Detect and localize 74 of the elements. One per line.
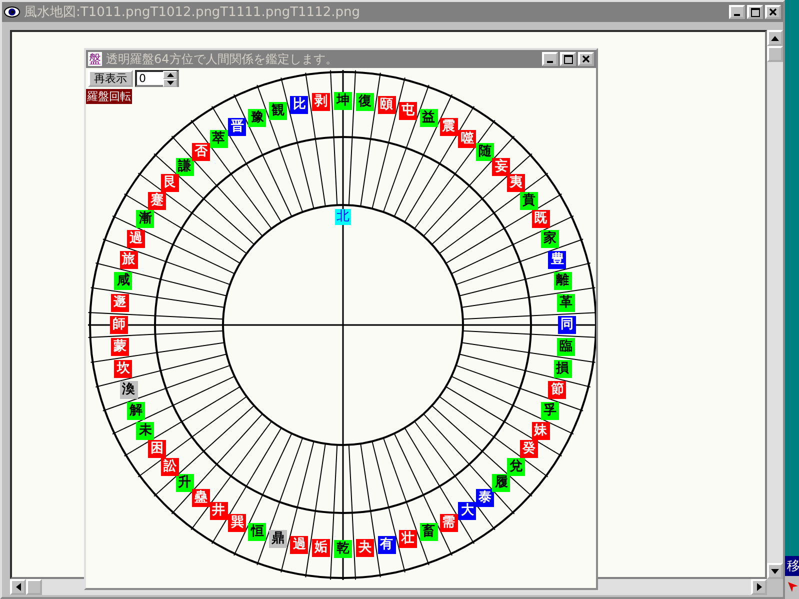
north-label: 北 <box>335 209 351 225</box>
hexagram-label: 賁 <box>520 192 538 210</box>
window-title: 透明羅盤64方位で人間関係を鑑定します。 <box>106 50 338 68</box>
hexagram-label: 剥 <box>312 93 330 112</box>
maximize-button[interactable] <box>747 5 763 19</box>
window-title: 風水地図:T1011.pngT1012.pngT1111.pngT1112.png <box>24 4 360 21</box>
rotation-spin-field[interactable]: 0 <box>135 70 179 87</box>
close-button[interactable] <box>578 52 594 66</box>
hexagram-label: 坤 <box>334 92 352 110</box>
hexagram-label: 鼎 <box>268 530 287 548</box>
hexagram-label: 師 <box>110 316 128 334</box>
minimize-button[interactable] <box>542 52 558 66</box>
maximize-icon <box>750 8 760 16</box>
hexagram-label: 井 <box>210 502 228 520</box>
hexagram-label: 屯 <box>399 102 418 120</box>
hexagram-label: 泰 <box>476 489 494 508</box>
eye-icon <box>4 5 20 19</box>
close-icon <box>582 55 590 63</box>
hexagram-label: 復 <box>356 93 374 112</box>
close-button[interactable] <box>765 5 781 19</box>
close-icon <box>769 8 777 16</box>
minimize-button[interactable] <box>729 5 745 19</box>
hexagram-label: 未 <box>136 422 154 440</box>
hexagram-label: 節 <box>548 381 566 400</box>
hexagram-label: 巽 <box>228 514 246 532</box>
hexagram-label: 困 <box>148 440 166 458</box>
side-tab-label: 移 <box>785 556 799 576</box>
hexagram-label: 壮 <box>399 530 418 548</box>
hexagram-label: 家 <box>540 230 559 248</box>
hexagram-label: 既 <box>532 210 550 228</box>
hexagram-label: 渙 <box>120 381 138 400</box>
window-icon-label: 盤 <box>88 52 102 66</box>
hexagram-label: 離 <box>554 272 572 290</box>
hexagram-label: 革 <box>556 294 575 312</box>
hexagram-label: 咸 <box>114 272 132 290</box>
hexagram-label: 漸 <box>136 210 154 228</box>
hexagram-label: 坎 <box>114 360 132 378</box>
hexagram-label: 随 <box>476 142 494 161</box>
hexagram-label: 益 <box>420 109 438 128</box>
hexagram-label: 噬 <box>458 130 476 148</box>
hexagram-label: 豫 <box>248 109 266 128</box>
hexagram-label: 遯 <box>111 294 130 312</box>
hexagram-label: 大 <box>458 502 476 520</box>
hexagram-label: 震 <box>440 118 458 136</box>
hexagram-label: 過 <box>290 536 308 554</box>
hexagram-label: 晋 <box>228 118 246 136</box>
vertical-scrollbar[interactable] <box>767 30 783 579</box>
hexagram-label: 同 <box>558 316 576 334</box>
rotation-label: 羅盤回転 <box>86 89 132 104</box>
pointer-icon <box>788 582 798 592</box>
side-tab[interactable]: 移 <box>785 556 799 599</box>
hexagram-label: 過 <box>127 230 146 248</box>
hexagram-label: 兌 <box>507 458 526 476</box>
maximize-icon <box>564 54 572 64</box>
spin-up-icon[interactable] <box>163 70 177 78</box>
hexagram-label: 升 <box>176 474 194 492</box>
hexagram-label: 頤 <box>378 96 396 114</box>
hexagram-label: 豊 <box>548 250 566 269</box>
scroll-thumb[interactable] <box>26 579 42 595</box>
maximize-button[interactable] <box>560 52 576 66</box>
hexagram-label: 恒 <box>248 522 266 541</box>
hexagram-label: 蒙 <box>111 338 130 356</box>
hexagram-label: 乾 <box>334 540 352 558</box>
hexagram-label: 訟 <box>160 458 179 476</box>
hexagram-label: 癸 <box>520 440 538 458</box>
hexagram-label: 蠱 <box>192 489 210 508</box>
hexagram-label: 解 <box>127 402 146 420</box>
redraw-button[interactable]: 再表示 <box>88 70 133 87</box>
scroll-thumb[interactable] <box>767 46 783 62</box>
hexagram-label: 履 <box>492 474 510 492</box>
hexagram-label: 比 <box>290 96 308 114</box>
hexagram-label: 妄 <box>492 158 510 176</box>
hexagram-label: 夷 <box>507 174 526 192</box>
hexagram-label: 姤 <box>312 538 330 557</box>
